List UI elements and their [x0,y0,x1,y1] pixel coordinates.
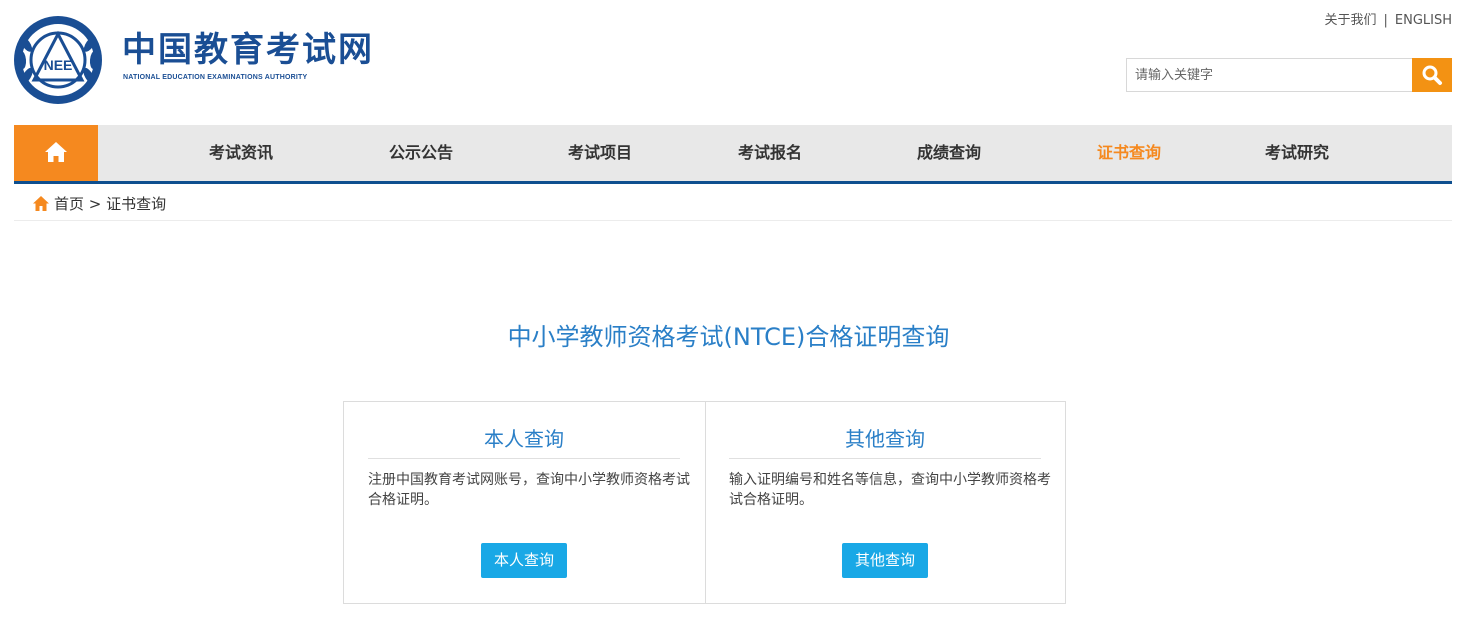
top-links-separator: | [1383,13,1388,28]
breadcrumb: 首页 > 证书查询 [32,193,166,218]
page-title: 中小学教师资格考试(NTCE)合格证明查询 [507,323,950,351]
nav-item-announcements[interactable]: 公示公告 [389,125,453,181]
nav-item-exam-news[interactable]: 考试资讯 [209,125,273,181]
nav-item-score-inquiry[interactable]: 成绩查询 [917,125,981,181]
breadcrumb-home-icon [32,195,50,218]
breadcrumb-home-link[interactable]: 首页 [54,195,84,213]
breadcrumb-separator: > [88,195,102,213]
self-inquiry-button[interactable]: 本人查询 [480,543,568,578]
site-header: NEE 中国教育考试网 NATIONAL EDUCATION EXAMINATI… [0,0,1457,124]
other-inquiry-card-title: 其他查询 [845,427,925,451]
card-divider [729,458,1041,459]
search-button[interactable] [1412,58,1452,92]
nav-item-exam-programs[interactable]: 考试项目 [568,125,632,181]
search-icon [1422,65,1442,85]
nav-home-button[interactable] [14,125,98,181]
about-us-link[interactable]: 关于我们 [1324,13,1376,28]
top-links: 关于我们 | ENGLISH [1324,12,1452,30]
breadcrumb-current: 证书查询 [106,195,167,213]
english-link[interactable]: ENGLISH [1395,13,1452,28]
site-logo-subtitle: NATIONAL EDUCATION EXAMINATIONS AUTHORIT… [123,74,308,81]
search-box [1126,58,1452,92]
nav-item-certificate-inquiry[interactable]: 证书查询 [1097,125,1161,181]
nav-item-exam-research[interactable]: 考试研究 [1265,125,1329,181]
neea-emblem-icon[interactable]: NEE [12,14,104,106]
home-icon [45,142,67,162]
other-inquiry-card: 其他查询 输入证明编号和姓名等信息，查询中小学教师资格考试合格证明。 其他查询 [705,402,1066,603]
site-logo-title[interactable]: 中国教育考试网 [122,30,374,70]
breadcrumb-divider [14,220,1452,221]
self-inquiry-description: 注册中国教育考试网账号，查询中小学教师资格考试合格证明。 [368,472,690,508]
other-inquiry-button[interactable]: 其他查询 [841,543,929,578]
card-divider [368,458,680,459]
main-nav: 考试资讯 公示公告 考试项目 考试报名 成绩查询 证书查询 考试研究 [14,125,1452,184]
self-inquiry-card: 本人查询 注册中国教育考试网账号，查询中小学教师资格考试合格证明。 本人查询 [344,402,706,603]
other-inquiry-description: 输入证明编号和姓名等信息，查询中小学教师资格考试合格证明。 [729,472,1051,508]
self-inquiry-card-title: 本人查询 [484,427,564,451]
nav-item-registration[interactable]: 考试报名 [738,125,802,181]
search-input[interactable] [1127,59,1413,91]
emblem-text: NEE [44,57,73,73]
inquiry-options: 本人查询 注册中国教育考试网账号，查询中小学教师资格考试合格证明。 本人查询 其… [343,401,1066,604]
